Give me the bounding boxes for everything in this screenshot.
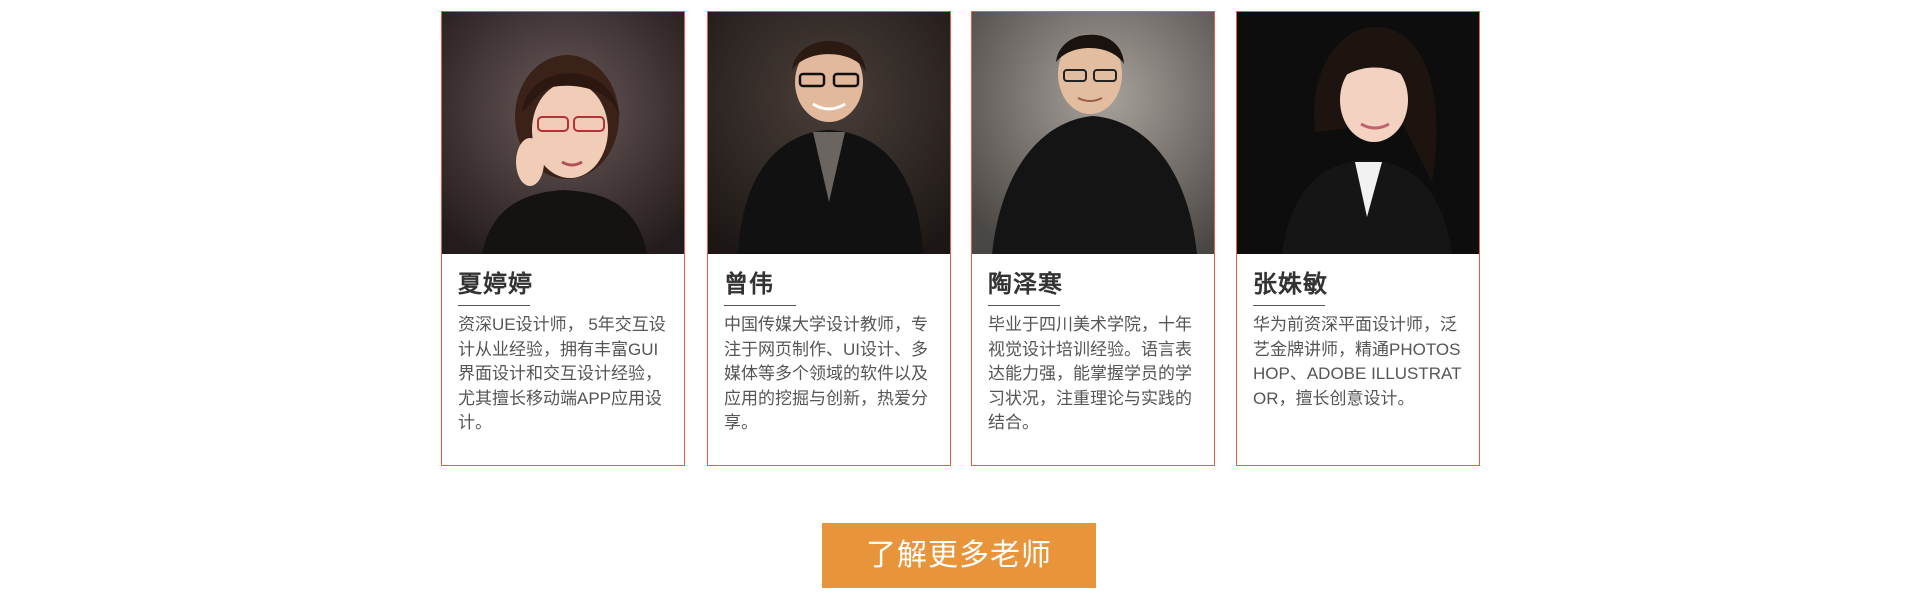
- teacher-bio: 毕业于四川美术学院，十年视觉设计培训经验。语言表达能力强，能掌握学员的学习状况，…: [988, 315, 1192, 432]
- name-divider: [988, 305, 1060, 306]
- teacher-photo: [1237, 12, 1479, 254]
- portrait-image: [442, 12, 684, 254]
- teacher-photo: [442, 12, 684, 254]
- teacher-bio: 资深UE设计师， 5年交互设计从业经验，拥有丰富GUI界面设计和交互设计经验，尤…: [458, 315, 666, 432]
- portrait-image: [1237, 12, 1479, 254]
- teacher-photo: [708, 12, 950, 254]
- teacher-bio: 华为前资深平面设计师，泛艺金牌讲师，精通PHOTOSHOP、ADOBE ILLU…: [1253, 315, 1462, 408]
- teacher-name: 夏婷婷: [458, 271, 533, 298]
- teacher-card[interactable]: 张姝敏 华为前资深平面设计师，泛艺金牌讲师，精通PHOTOSHOP、ADOBE …: [1236, 11, 1480, 466]
- name-divider: [1253, 305, 1325, 306]
- name-divider: [458, 305, 530, 306]
- teacher-name: 张姝敏: [1253, 271, 1328, 298]
- teacher-bio: 中国传媒大学设计教师，专注于网页制作、UI设计、多媒体等多个领域的软件以及应用的…: [724, 315, 928, 432]
- name-divider: [724, 305, 796, 306]
- teacher-name: 陶泽寒: [988, 271, 1063, 298]
- teacher-photo: [972, 12, 1214, 254]
- portrait-image: [708, 12, 950, 254]
- teacher-name: 曾伟: [724, 271, 774, 298]
- teacher-card[interactable]: 夏婷婷 资深UE设计师， 5年交互设计从业经验，拥有丰富GUI界面设计和交互设计…: [441, 11, 685, 466]
- teachers-section: 夏婷婷 资深UE设计师， 5年交互设计从业经验，拥有丰富GUI界面设计和交互设计…: [0, 0, 1920, 615]
- teacher-card[interactable]: 曾伟 中国传媒大学设计教师，专注于网页制作、UI设计、多媒体等多个领域的软件以及…: [707, 11, 951, 466]
- portrait-image: [972, 12, 1214, 254]
- more-teachers-button[interactable]: 了解更多老师: [822, 523, 1096, 588]
- teacher-card[interactable]: 陶泽寒 毕业于四川美术学院，十年视觉设计培训经验。语言表达能力强，能掌握学员的学…: [971, 11, 1215, 466]
